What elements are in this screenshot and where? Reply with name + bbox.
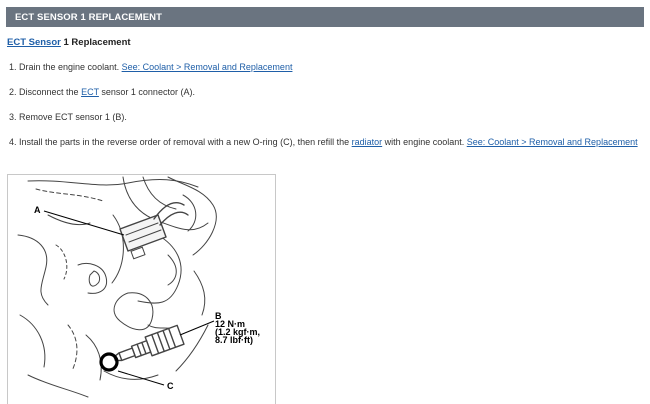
coolant-removal-link-2[interactable]: See: Coolant > Removal and Replacement (467, 137, 638, 147)
step-3-text: Remove ECT sensor 1 (B). (16, 112, 127, 122)
coolant-removal-link[interactable]: See: Coolant > Removal and Replacement (122, 62, 293, 72)
callout-c: C (167, 381, 174, 391)
section-title: ECT SENSOR 1 REPLACEMENT (15, 11, 163, 23)
step-2-text-pre: Disconnect the (16, 87, 82, 97)
step-2-text-post: sensor 1 connector (A). (98, 87, 195, 97)
step-1-text: Drain the engine coolant. (16, 62, 122, 72)
step-1-number: 1. (9, 62, 17, 72)
step-3: 3. Remove ECT sensor 1 (B). (9, 112, 127, 122)
step-4-text-pre: Install the parts in the reverse order o… (16, 137, 352, 147)
ect-sensor-illustration: A B 12 N·m (1.2 kgf·m, 8.7 lbf·ft) C (7, 174, 276, 404)
procedure-heading-text: 1 Replacement (60, 37, 131, 48)
radiator-link[interactable]: radiator (352, 137, 383, 147)
step-3-number: 3. (9, 112, 17, 122)
ect-sensor-link[interactable]: ECT Sensor (7, 37, 61, 48)
step-1: 1. Drain the engine coolant. See: Coolan… (9, 62, 292, 72)
callout-a: A (34, 205, 41, 215)
step-4-number: 4. (9, 137, 17, 147)
section-title-bar: ECT SENSOR 1 REPLACEMENT (6, 7, 644, 27)
step-4-text-post: with engine coolant. (382, 137, 467, 147)
ect-link[interactable]: ECT (81, 87, 99, 97)
procedure-heading: ECT Sensor 1 Replacement (7, 37, 131, 48)
step-2-number: 2. (9, 87, 17, 97)
torque-lbfft: 8.7 lbf·ft) (215, 335, 253, 345)
engine-line-drawing (17, 176, 217, 398)
step-2: 2. Disconnect the ECT sensor 1 connector… (9, 87, 195, 97)
step-4: 4. Install the parts in the reverse orde… (9, 137, 638, 147)
